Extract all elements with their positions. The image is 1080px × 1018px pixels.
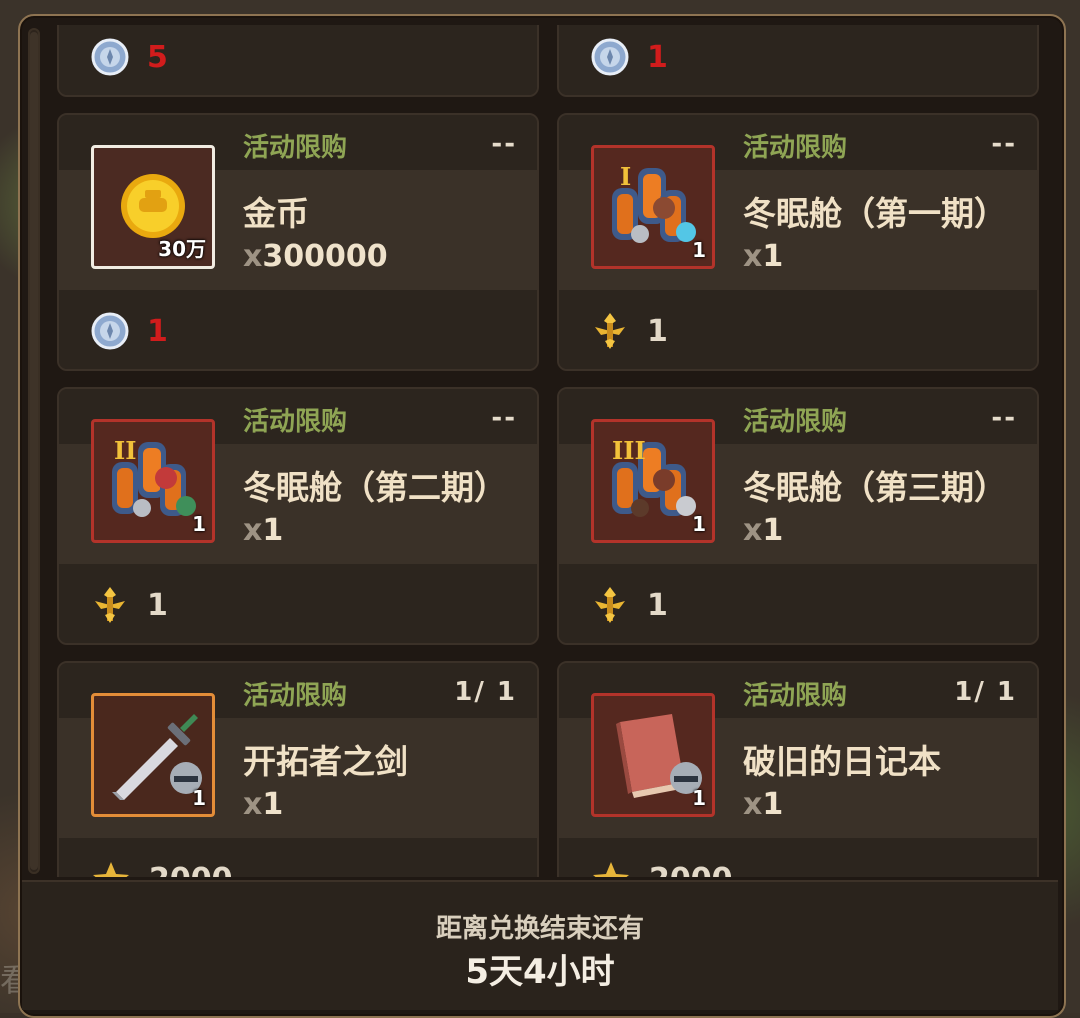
cost-value: 2000	[149, 862, 233, 878]
item-badge: 1	[692, 512, 706, 536]
tier-numeral: II	[114, 436, 137, 465]
item-quantity: x1	[743, 239, 784, 274]
item-name: 金币	[243, 194, 309, 233]
shop-card-hibernation-pod-2[interactable]: 活动限购 -- II 1 冬眠舱（第二期） x1 1	[57, 387, 539, 645]
cost-value: 1	[147, 313, 168, 349]
limited-tag: 活动限购	[243, 681, 348, 711]
silver-coin-icon	[91, 38, 129, 76]
item-frame[interactable]: 1	[91, 693, 215, 817]
item-frame[interactable]: III 1	[591, 419, 715, 543]
limited-tag: 活动限购	[743, 681, 848, 711]
item-cost: 1	[591, 585, 668, 625]
item-name: 冬眠舱（第三期）	[743, 468, 1007, 507]
gold-star-icon	[93, 862, 129, 877]
scrollbar-thumb[interactable]	[30, 32, 38, 870]
item-cost: 1	[91, 585, 168, 625]
limited-tag: 活动限购	[743, 407, 848, 437]
shop-card-hibernation-pod-1[interactable]: 活动限购 -- I 1 冬眠舱（第一期） x1 1	[557, 113, 1039, 371]
item-badge: 1	[692, 238, 706, 262]
purchase-limit: --	[491, 403, 517, 433]
gold-star-icon	[593, 862, 629, 877]
item-name: 冬眠舱（第二期）	[243, 468, 507, 507]
cost-value: 1	[647, 39, 668, 75]
item-name: 破旧的日记本	[743, 742, 941, 781]
limited-tag: 活动限购	[243, 133, 348, 163]
cost-value: 1	[147, 587, 168, 623]
countdown-time: 5天4小时	[465, 952, 615, 992]
purchase-limit: --	[991, 403, 1017, 433]
purchase-limit: --	[491, 129, 517, 159]
cost-value: 1	[647, 313, 668, 349]
cost-value: 2000	[649, 862, 733, 878]
golden-emblem-icon	[595, 587, 625, 623]
shop-card-partial-right[interactable]: 1	[557, 25, 1039, 97]
limited-tag: 活动限购	[243, 407, 348, 437]
item-badge: 1	[192, 786, 206, 810]
item-cost: 1	[591, 311, 668, 351]
purchase-limit: 1/ 1	[954, 677, 1017, 707]
item-quantity: x1	[743, 787, 784, 822]
item-quantity: x1	[243, 787, 284, 822]
item-quantity: x1	[743, 513, 784, 548]
tier-numeral: I	[620, 162, 632, 191]
cost-value: 1	[647, 587, 668, 623]
item-quantity: x1	[243, 513, 284, 548]
item-frame[interactable]: 30万	[91, 145, 215, 269]
shop-card-hibernation-pod-3[interactable]: 活动限购 -- III 1 冬眠舱（第三期） x1 1	[557, 387, 1039, 645]
silver-coin-icon	[91, 312, 129, 350]
tier-numeral: III	[612, 436, 646, 465]
item-badge: 30万	[158, 237, 206, 261]
scrollbar[interactable]	[28, 28, 40, 874]
item-cost: 1	[91, 311, 168, 351]
countdown-label: 距离兑换结束还有	[435, 914, 644, 944]
exchange-countdown-bar: 距离兑换结束还有 5天4小时	[22, 880, 1058, 1010]
shop-card-gold-coin[interactable]: 活动限购 -- 30万 金币 x300000 1	[57, 113, 539, 371]
item-name: 冬眠舱（第一期）	[743, 194, 1007, 233]
item-frame[interactable]: 1	[591, 693, 715, 817]
silver-coin-icon	[591, 38, 629, 76]
item-frame[interactable]: II 1	[91, 419, 215, 543]
cost-value: 5	[147, 39, 168, 75]
item-quantity: x300000	[243, 239, 388, 274]
shop-item-list[interactable]: 5 1 活动限购 -- 30万 金币 x300000 1 活动限购 -- I 1…	[44, 25, 1049, 877]
item-frame[interactable]: I 1	[591, 145, 715, 269]
item-name: 开拓者之剑	[243, 742, 408, 781]
limited-tag: 活动限购	[743, 133, 848, 163]
item-cost: 2000	[91, 859, 233, 877]
purchase-limit: --	[991, 129, 1017, 159]
shop-card-pioneer-sword[interactable]: 活动限购 1/ 1 1 开拓者之剑 x1 2000	[57, 661, 539, 877]
item-badge: 1	[692, 786, 706, 810]
shop-card-old-diary[interactable]: 活动限购 1/ 1 1 破旧的日记本 x1 2000	[557, 661, 1039, 877]
item-badge: 1	[192, 512, 206, 536]
purchase-limit: 1/ 1	[454, 677, 517, 707]
golden-emblem-icon	[95, 587, 125, 623]
golden-emblem-icon	[595, 313, 625, 349]
shop-card-partial-left[interactable]: 5	[57, 25, 539, 97]
item-cost: 2000	[591, 859, 733, 877]
